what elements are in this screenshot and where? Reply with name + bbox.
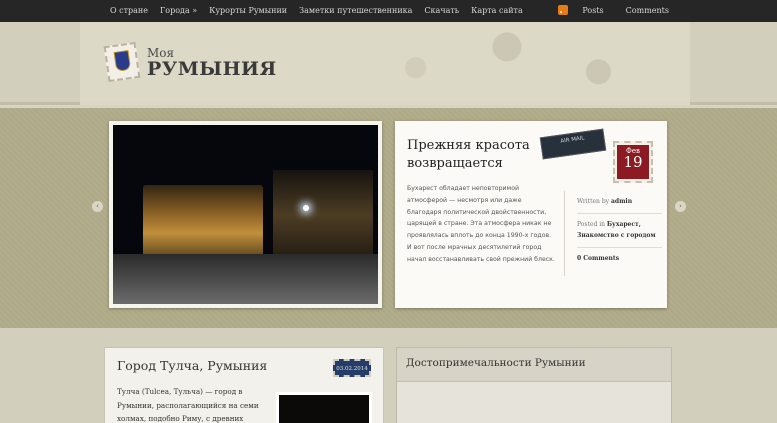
photo-street [113,254,378,304]
rss-icon[interactable] [558,5,569,15]
posts-feed-link[interactable]: Posts [582,6,603,15]
widget-title: Достопримечальности Румынии [397,348,671,382]
comments-link[interactable]: 0 Comments [577,255,619,262]
photo-street-lamp [303,205,309,211]
nav-item-download[interactable]: Скачать [424,6,459,15]
post-meta: Written by admin Posted in Бухарест, Зна… [577,196,662,264]
author-link[interactable]: admin [611,198,632,205]
featured-post-title[interactable]: Прежняя красота возвращается [407,137,537,173]
slider-prev-arrow-icon[interactable]: ‹ [92,201,103,212]
category-link-bucharest[interactable]: Бухарест [607,221,639,228]
sidebar-widget: Достопримечальности Румынии [396,347,672,423]
featured-photo [113,125,378,304]
nav-item-resorts[interactable]: Курорты Румынии [209,6,287,15]
post-preview-title[interactable]: Город Тулча, Румыния [117,358,267,373]
air-mail-stamp-icon: AIR MAIL [539,128,607,160]
logo-stamp-icon[interactable] [103,41,141,83]
nav-item-traveler-notes[interactable]: Заметки путешественника [299,6,412,15]
posted-in-label: Posted in [577,220,605,228]
featured-photo-frame[interactable] [109,121,382,308]
featured-post-card: Прежняя красота возвращается AIR MAIL Фе… [395,121,667,308]
post-preview-thumbnail[interactable] [276,392,372,423]
nav-item-cities[interactable]: Города » [160,6,197,15]
top-navigation-bar: О стране Города » Курорты Румынии Заметк… [0,0,777,22]
feed-links: Posts Comments [558,5,669,15]
category-link-city-intro[interactable]: Знакомство с городом [577,232,656,239]
photo-building-lit [143,185,263,265]
post-preview-text: Тулча (Tulcea, Тульча) — город в Румынии… [117,387,259,423]
post-date-stamp: Фев 19 [613,141,653,183]
photo-building-dark [273,170,373,260]
site-title[interactable]: РУМЫНИЯ [147,58,277,80]
slider-next-arrow-icon[interactable]: › [675,201,686,212]
nav-item-sitemap[interactable]: Карта сайта [471,6,523,15]
date-day: 19 [623,153,643,171]
featured-post-excerpt: Бухарест обладает неповторимой атмосферо… [407,185,555,263]
main-nav: О стране Города » Курорты Румынии Заметк… [110,6,523,15]
post-preview: Город Тулча, Румыния 03.02.2014 Тулча (T… [104,347,384,423]
written-by-label: Written by [577,198,610,205]
nav-item-about[interactable]: О стране [110,6,148,15]
comments-feed-link[interactable]: Comments [626,6,669,15]
post-preview-date-stamp: 03.02.2014 [333,359,371,377]
meta-divider [564,191,565,276]
coat-of-arms-icon [113,49,132,72]
